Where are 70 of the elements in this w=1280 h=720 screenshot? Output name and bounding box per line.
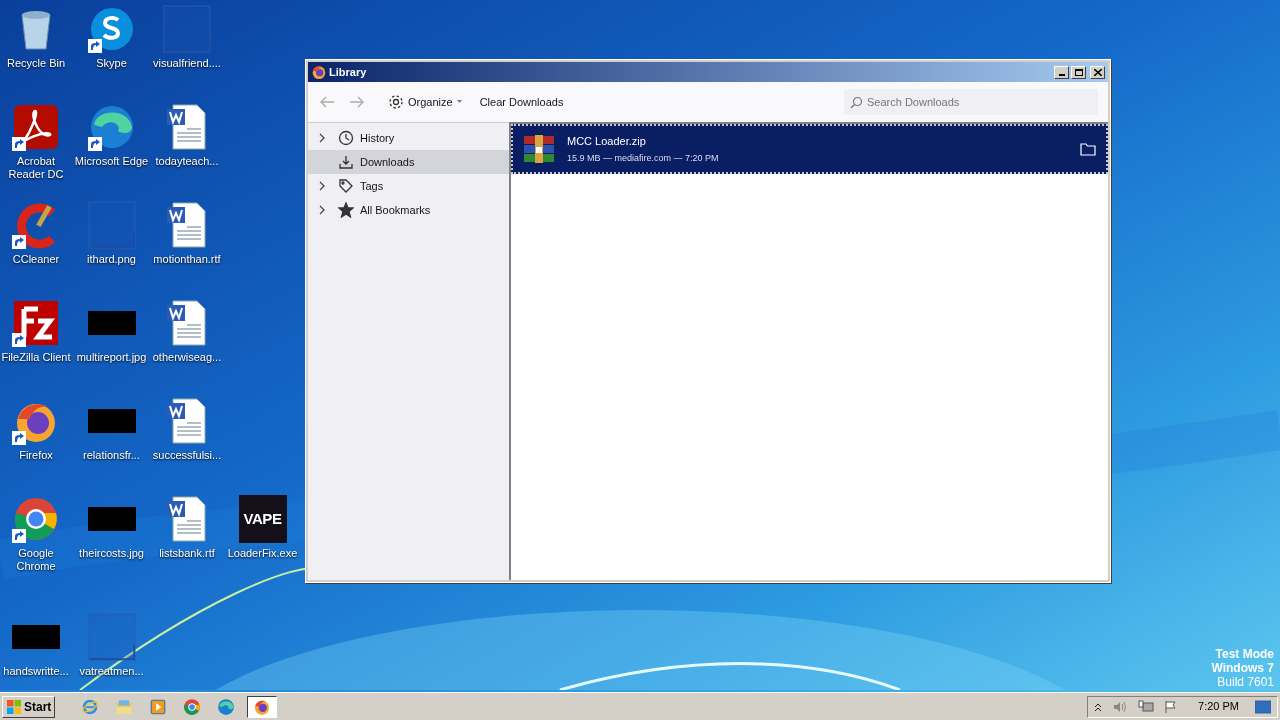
chevron-icon[interactable] — [318, 181, 326, 191]
windows-logo-icon — [6, 698, 22, 715]
file-thumbnail — [163, 5, 211, 53]
folder-icon — [115, 697, 134, 716]
search-icon — [850, 96, 863, 109]
show-desktop-icon[interactable] — [1255, 699, 1271, 714]
desktop-icon-label[interactable]: relationsfr... — [74, 449, 149, 462]
chrome-icon — [12, 495, 60, 543]
taskbar-app-button[interactable] — [247, 695, 278, 718]
caret-icon — [456, 100, 462, 104]
folder-icon[interactable] — [1080, 142, 1096, 156]
sidebar-item[interactable]: Tags — [308, 174, 509, 198]
desktop-icon-label[interactable]: CCleaner — [0, 253, 73, 266]
desktop-icon-label[interactable]: visualfriend.... — [150, 57, 224, 70]
watermark-text: Test Mode — [1215, 647, 1274, 661]
close-button[interactable] — [1090, 65, 1105, 79]
sidebar-item[interactable]: Downloads — [308, 150, 509, 174]
download-details: 15.9 MB — mediafire.com — 7:20 PM — [567, 152, 720, 165]
file-thumbnail — [87, 613, 136, 661]
desktop-icon-label[interactable]: todayteach... — [150, 155, 224, 168]
search-field[interactable]: Search Downloads — [844, 89, 1098, 115]
desktop-icon-label[interactable]: Acrobat Reader DC — [0, 155, 73, 181]
desktop-icon-label[interactable]: otherwiseag... — [150, 351, 224, 364]
flag-icon[interactable] — [1164, 699, 1179, 714]
maximize-button[interactable] — [1071, 65, 1086, 79]
settings-icon — [388, 94, 404, 110]
download-item[interactable]: MCC Loader.zip 15.9 MB — mediafire.com — 7:20 PM — [511, 124, 1108, 174]
minimize-button[interactable] — [1054, 65, 1069, 79]
desktop-icon-label[interactable]: FileZilla Client — [0, 351, 73, 364]
filezilla-icon — [12, 299, 60, 347]
star-icon — [338, 202, 354, 218]
close-icon — [1093, 68, 1102, 76]
clock-icon — [338, 130, 354, 146]
desktop-icon-label[interactable]: multireport.jpg — [74, 351, 149, 364]
sidebar-item[interactable]: All Bookmarks — [308, 198, 509, 222]
desktop-icon-label[interactable]: motionthan.rtf — [150, 253, 224, 266]
vape-logo: VAPE — [238, 495, 287, 543]
clear-downloads-button[interactable]: Clear Downloads — [475, 89, 568, 115]
acrobat-icon — [12, 103, 60, 151]
network-icon[interactable] — [1138, 699, 1155, 714]
desktop-icon-label[interactable]: Microsoft Edge — [74, 155, 149, 168]
watermark-text: Build 7601 — [1217, 675, 1274, 689]
edge-icon — [217, 697, 236, 716]
clock-text[interactable]: 7:20 PM — [1198, 698, 1239, 715]
chevron-icon[interactable] — [318, 205, 326, 215]
chrome-icon — [183, 697, 202, 716]
start-button[interactable]: Start — [2, 695, 56, 718]
chevron-up-icon[interactable] — [1094, 701, 1103, 712]
desktop-icon-label[interactable]: listsbank.rtf — [150, 547, 224, 560]
desktop-icon-label[interactable]: handswritte... — [0, 665, 73, 678]
desktop-icon-label[interactable]: Recycle Bin — [0, 57, 73, 70]
desktop-icon-label[interactable]: LoaderFix.exe — [225, 547, 300, 560]
desktop-icon-label[interactable]: Google Chrome — [0, 547, 73, 573]
desktop-icon-label[interactable]: theircosts.jpg — [74, 547, 149, 560]
media-player-icon — [149, 697, 168, 716]
internet-explorer-icon — [81, 697, 100, 716]
desktop-icon-label[interactable]: Firefox — [0, 449, 73, 462]
archive-icon — [523, 133, 555, 165]
tag-icon — [338, 178, 354, 194]
watermark-text: Windows 7 — [1211, 661, 1274, 675]
window-title: Library — [329, 64, 367, 80]
chevron-icon[interactable] — [318, 133, 326, 143]
firefox-icon — [311, 64, 327, 80]
organize-button[interactable]: Organize — [384, 89, 466, 115]
download-name: MCC Loader.zip — [567, 133, 647, 149]
desktop-icon-label[interactable]: ithard.png — [74, 253, 149, 266]
download-icon — [338, 154, 354, 170]
desktop-icon-label[interactable]: Skype — [74, 57, 149, 70]
desktop-icon-label[interactable]: successfulsi... — [150, 449, 224, 462]
sidebar-item[interactable]: History — [308, 126, 509, 150]
